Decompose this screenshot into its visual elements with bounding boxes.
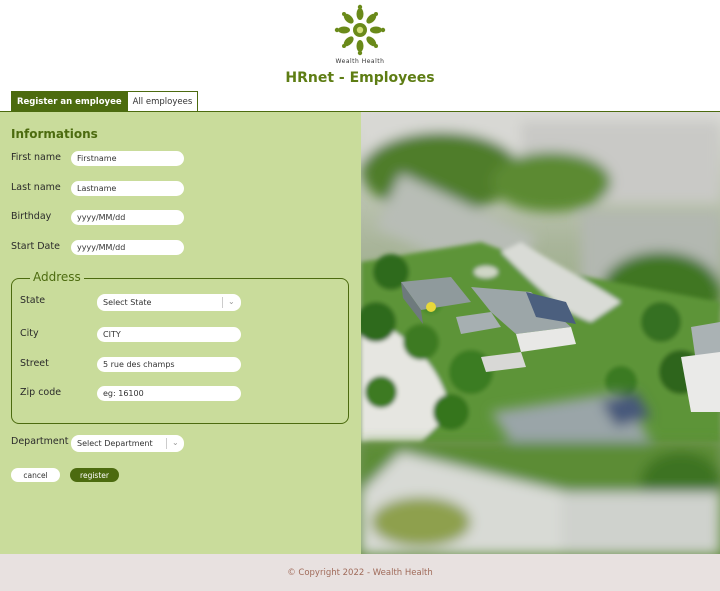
aerial-campus-image — [361, 112, 720, 554]
footer: © Copyright 2022 - Wealth Health — [0, 554, 720, 591]
chevron-down-icon: ⌄ — [228, 297, 235, 306]
city-input[interactable]: CITY — [97, 327, 241, 342]
register-button[interactable]: register — [70, 468, 119, 482]
page-title: HRnet - Employees — [285, 70, 435, 86]
first-name-input[interactable]: Firstname — [71, 151, 184, 166]
tab-all-employees[interactable]: All employees — [127, 91, 199, 112]
state-select[interactable]: Select State ⌄ — [97, 294, 241, 311]
cancel-button[interactable]: cancel — [11, 468, 60, 482]
zip-code-label: Zip code — [20, 387, 62, 398]
street-label: Street — [20, 358, 49, 369]
birthday-label: Birthday — [11, 211, 52, 222]
tab-register-employee[interactable]: Register an employee — [11, 91, 128, 112]
select-separator — [166, 438, 167, 449]
state-select-value: Select State — [103, 298, 152, 307]
address-legend: Address — [30, 270, 84, 284]
zip-code-input[interactable]: eg: 16100 — [97, 386, 241, 401]
select-separator — [222, 297, 223, 308]
copyright-text: © Copyright 2022 - Wealth Health — [287, 567, 433, 578]
tab-bar: Register an employee All employees — [11, 91, 199, 112]
header: Wealth Health HRnet - Employees — [0, 0, 720, 92]
last-name-input[interactable]: Lastname — [71, 181, 184, 196]
start-date-label: Start Date — [11, 241, 60, 252]
department-select[interactable]: Select Department ⌄ — [71, 435, 184, 452]
hero-photo — [361, 112, 720, 554]
department-label: Department — [11, 436, 69, 447]
state-label: State — [20, 295, 46, 306]
chevron-down-icon: ⌄ — [172, 438, 179, 447]
city-label: City — [20, 328, 39, 339]
last-name-label: Last name — [11, 182, 61, 193]
department-select-value: Select Department — [77, 439, 153, 448]
birthday-input[interactable]: yyyy/MM/dd — [71, 210, 184, 225]
wealth-health-logo — [334, 4, 386, 56]
first-name-label: First name — [11, 152, 61, 163]
section-title: Informations — [11, 127, 98, 141]
start-date-input[interactable]: yyyy/MM/dd — [71, 240, 184, 255]
street-input[interactable]: 5 rue des champs — [97, 357, 241, 372]
brand-name: Wealth Health — [335, 58, 385, 65]
